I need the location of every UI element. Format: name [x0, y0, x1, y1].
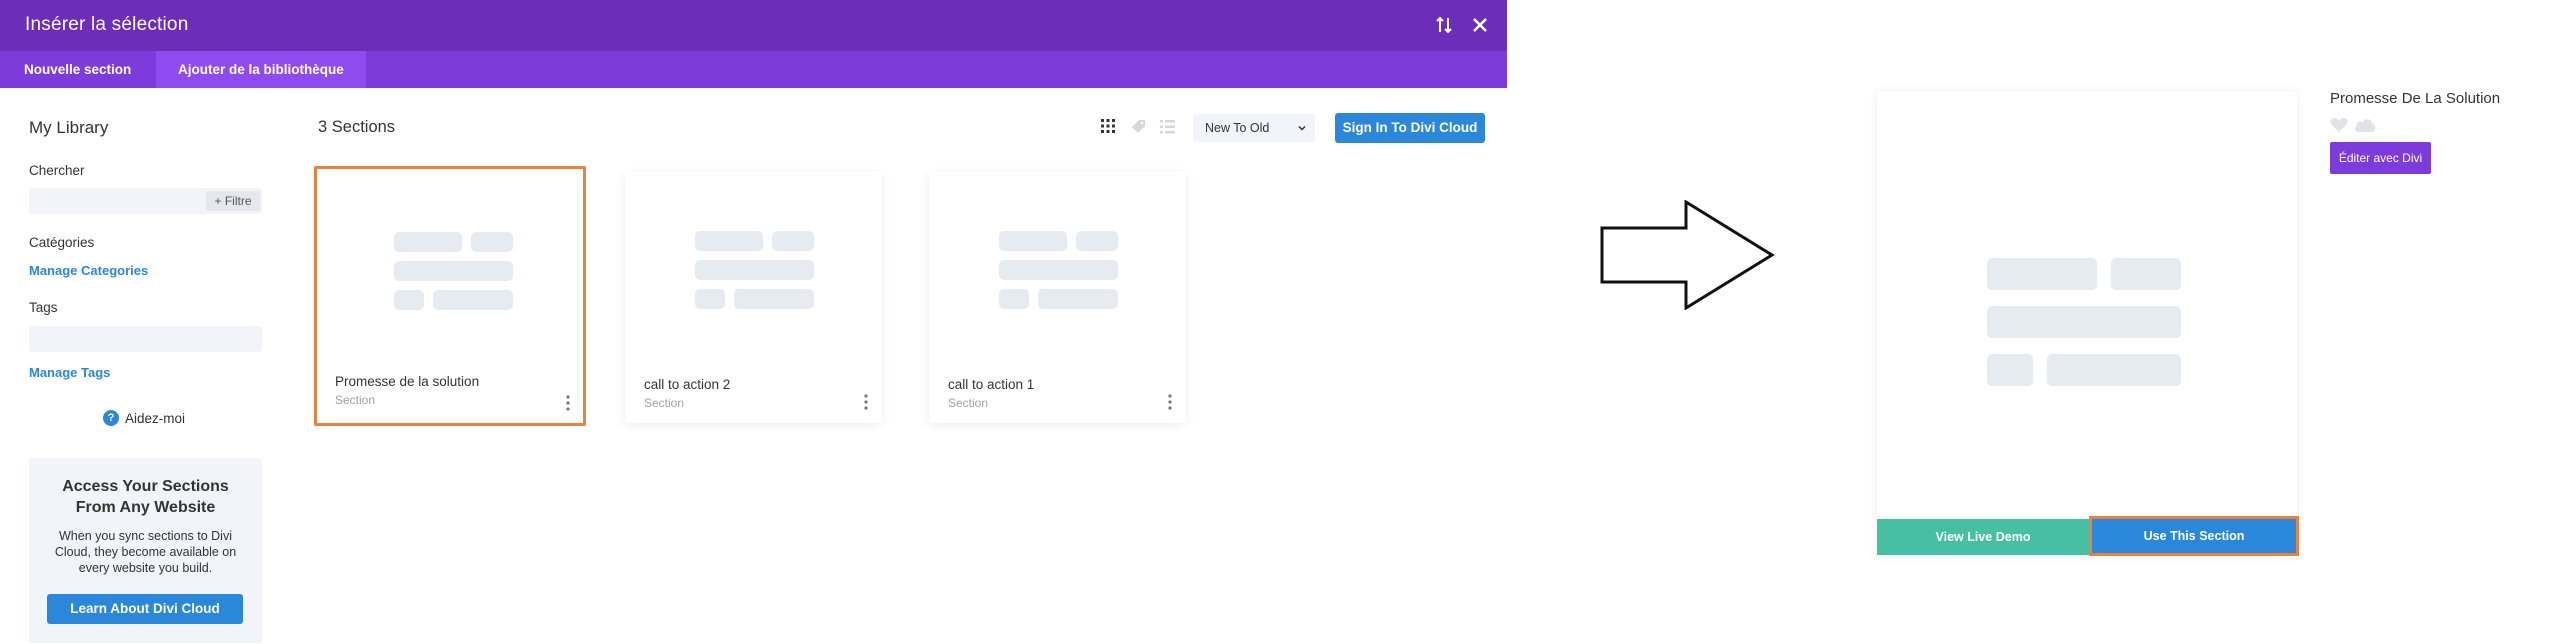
divi-cloud-promo: Access Your Sections From Any Website Wh… [29, 458, 262, 643]
learn-divi-cloud-button[interactable]: Learn About Divi Cloud [47, 594, 243, 624]
close-icon[interactable] [1468, 13, 1492, 37]
manage-tags-link[interactable]: Manage Tags [29, 365, 110, 380]
list-view-icon[interactable] [1159, 118, 1176, 135]
card-type: Section [948, 396, 989, 410]
layout-card[interactable]: Promesse de la solution Section [314, 166, 586, 426]
more-vertical-icon[interactable] [1168, 394, 1172, 410]
help-label: Aidez-moi [125, 410, 186, 426]
chevron-down-icon [1298, 125, 1306, 131]
sort-icon[interactable] [1432, 13, 1456, 37]
card-type: Section [644, 396, 685, 410]
sort-order-value: New To Old [1205, 121, 1270, 135]
card-thumbnail [317, 169, 583, 364]
heart-icon[interactable] [2330, 117, 2348, 133]
tabs-bar: Nouvelle section Ajouter de la bibliothè… [0, 51, 1507, 88]
tab-add-from-library[interactable]: Ajouter de la bibliothèque [156, 51, 366, 88]
layout-card[interactable]: call to action 1 Section [929, 172, 1186, 423]
card-title: Promesse de la solution [335, 374, 480, 389]
preview-thumbnail [1877, 91, 2297, 519]
edit-with-divi-button[interactable]: Éditer avec Divi [2330, 142, 2431, 174]
insert-layout-modal: Insérer la sélection Nouvelle section Aj… [0, 0, 1507, 644]
promo-title: Access Your Sections From Any Website [62, 478, 229, 516]
sort-order-select[interactable]: New To Old [1193, 114, 1315, 142]
card-title: call to action 1 [948, 377, 1035, 392]
promo-text: When you sync sections to Divi Cloud, th… [54, 529, 237, 575]
filter-button[interactable]: + Filtre [206, 191, 260, 211]
grid-view-icon[interactable] [1100, 118, 1116, 134]
tags-input[interactable] [29, 326, 262, 352]
card-type: Section [335, 393, 376, 407]
search-label: Chercher [29, 163, 85, 178]
modal-title: Insérer la sélection [25, 14, 189, 35]
help-link[interactable]: ? Aidez-moi [103, 410, 185, 426]
card-title: call to action 2 [644, 377, 731, 392]
card-thumbnail [625, 172, 882, 367]
help-icon: ? [103, 410, 119, 426]
view-live-demo-button[interactable]: View Live Demo [1877, 519, 2089, 555]
preview-title: Promesse De La Solution [2330, 90, 2501, 107]
layout-card[interactable]: call to action 2 Section [625, 172, 882, 423]
library-sidebar: My Library Chercher + Filtre Catégories … [0, 88, 290, 644]
card-thumbnail [929, 172, 1186, 367]
tag-icon[interactable] [1130, 118, 1147, 135]
sign-in-divi-cloud-button[interactable]: Sign In To Divi Cloud [1335, 113, 1485, 143]
sections-count: 3 Sections [318, 118, 396, 136]
more-vertical-icon[interactable] [566, 395, 570, 411]
layout-preview-card: View Live Demo Use This Section [1877, 91, 2299, 556]
right-arrow-icon [1600, 200, 1775, 310]
manage-categories-link[interactable]: Manage Categories [29, 263, 148, 278]
categories-label: Catégories [29, 235, 95, 250]
use-this-section-button[interactable]: Use This Section [2089, 516, 2299, 556]
cloud-icon[interactable] [2353, 116, 2377, 134]
tab-new-section[interactable]: Nouvelle section [0, 51, 155, 88]
library-main: 3 Sections New To Old Sign In To Divi Cl… [290, 88, 1507, 644]
library-heading: My Library [29, 118, 109, 137]
tags-label: Tags [29, 300, 58, 315]
more-vertical-icon[interactable] [864, 394, 868, 410]
modal-header: Insérer la sélection [0, 0, 1507, 51]
